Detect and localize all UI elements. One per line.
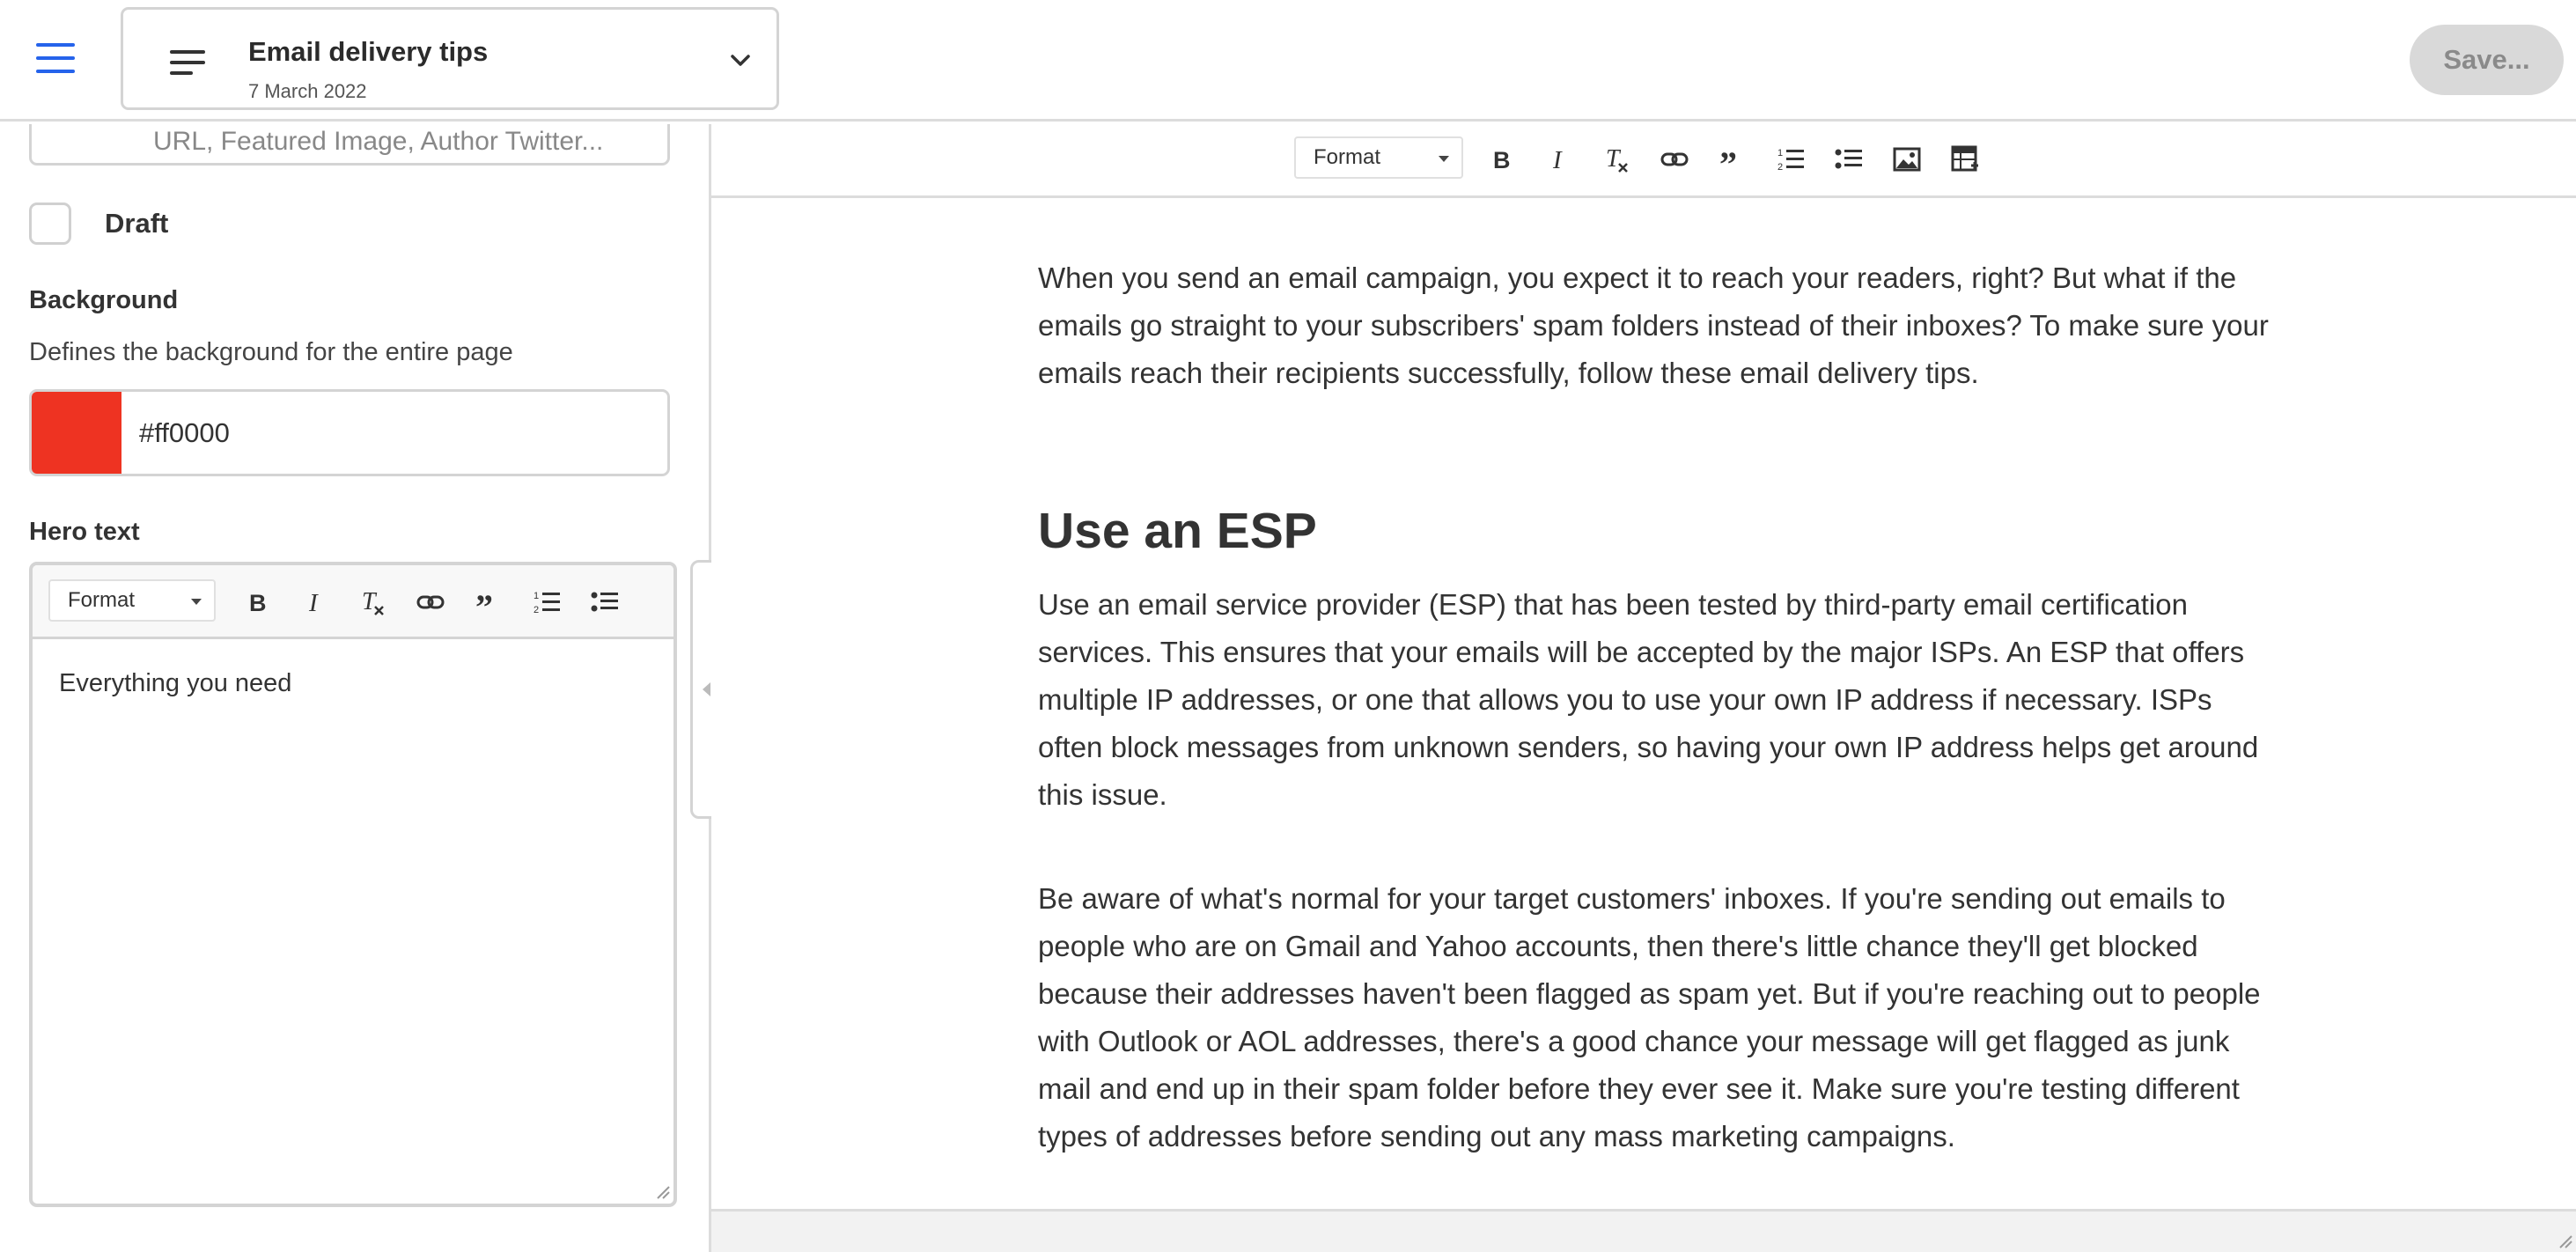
- draft-toggle-row: Draft: [29, 203, 168, 245]
- menu-icon[interactable]: [33, 39, 77, 77]
- numbered-list-icon[interactable]: 12: [527, 583, 566, 622]
- hero-toolbar: Format B I T ” 12: [33, 565, 673, 639]
- draft-checkbox[interactable]: [29, 203, 71, 245]
- blockquote-icon[interactable]: ”: [1713, 140, 1752, 179]
- link-icon[interactable]: [411, 583, 450, 622]
- clear-format-icon[interactable]: T: [353, 583, 392, 622]
- svg-text:B: B: [249, 590, 267, 615]
- svg-text:I: I: [1552, 146, 1563, 173]
- svg-text:1: 1: [1777, 148, 1783, 158]
- blockquote-icon[interactable]: ”: [469, 583, 508, 622]
- editor-status-bar: [711, 1209, 2576, 1252]
- top-bar: Email delivery tips 7 March 2022 Save...: [0, 0, 2576, 122]
- background-description: Defines the background for the entire pa…: [29, 338, 513, 366]
- italic-icon[interactable]: I: [1539, 140, 1578, 179]
- table-icon[interactable]: [1946, 140, 1984, 179]
- svg-text:”: ”: [475, 587, 493, 617]
- caret-down-icon: [191, 599, 202, 605]
- settings-sidebar: URL, Featured Image, Author Twitter... D…: [0, 124, 709, 1252]
- bulleted-list-icon[interactable]: [1829, 140, 1868, 179]
- italic-icon[interactable]: I: [295, 583, 334, 622]
- hero-content-text: Everything you need: [59, 669, 292, 697]
- bold-icon[interactable]: B: [1481, 140, 1520, 179]
- background-color-input[interactable]: [121, 392, 667, 474]
- hero-text-label: Hero text: [29, 518, 140, 546]
- metadata-summary: URL, Featured Image, Author Twitter...: [153, 127, 604, 156]
- format-label: Format: [1314, 145, 1381, 169]
- caret-down-icon: [1439, 156, 1449, 162]
- document-lines-icon: [170, 50, 205, 75]
- svg-text:2: 2: [1777, 162, 1783, 173]
- svg-text:T: T: [1606, 145, 1622, 173]
- background-label: Background: [29, 286, 179, 314]
- chevron-down-icon[interactable]: [729, 48, 752, 71]
- svg-text:”: ”: [1719, 144, 1737, 174]
- bold-icon[interactable]: B: [237, 583, 276, 622]
- hero-format-select[interactable]: Format: [48, 579, 216, 622]
- document-selector[interactable]: Email delivery tips 7 March 2022: [121, 7, 779, 110]
- svg-text:T: T: [362, 588, 378, 615]
- editor-toolbar: Format B I T ” 12: [711, 124, 2576, 198]
- resize-grip-icon[interactable]: [654, 1183, 670, 1199]
- document-title: Email delivery tips: [248, 36, 489, 67]
- body-paragraph: Be aware of what's normal for your targe…: [1038, 882, 2261, 1153]
- body-paragraph: Use an email service provider (ESP) that…: [1038, 588, 2259, 811]
- document-date: 7 March 2022: [248, 80, 367, 102]
- image-icon[interactable]: [1888, 140, 1926, 179]
- link-icon[interactable]: [1655, 140, 1694, 179]
- editor-content[interactable]: When you send an email campaign, you exp…: [711, 201, 2576, 1208]
- numbered-list-icon[interactable]: 12: [1771, 140, 1810, 179]
- svg-text:B: B: [1493, 147, 1511, 173]
- format-select[interactable]: Format: [1294, 136, 1463, 179]
- resize-grip-icon[interactable]: [2557, 1233, 2572, 1248]
- hero-text-editor: Format B I T ” 12 Everything you need: [29, 562, 677, 1207]
- bulleted-list-icon[interactable]: [585, 583, 624, 622]
- background-color-field: [29, 389, 670, 476]
- section-heading: Use an ESP: [1038, 503, 1317, 559]
- svg-text:1: 1: [534, 591, 539, 601]
- save-button[interactable]: Save...: [2410, 25, 2564, 95]
- clear-format-icon[interactable]: T: [1597, 140, 1636, 179]
- color-swatch[interactable]: [32, 392, 121, 474]
- intro-paragraph: When you send an email campaign, you exp…: [1038, 261, 2269, 389]
- draft-label: Draft: [105, 208, 169, 239]
- caret-left-icon: [703, 682, 710, 696]
- hero-format-label: Format: [68, 588, 136, 612]
- metadata-field[interactable]: URL, Featured Image, Author Twitter...: [29, 124, 670, 166]
- svg-text:I: I: [308, 589, 319, 615]
- hero-content-area[interactable]: Everything you need: [33, 639, 673, 1203]
- svg-text:2: 2: [534, 605, 539, 615]
